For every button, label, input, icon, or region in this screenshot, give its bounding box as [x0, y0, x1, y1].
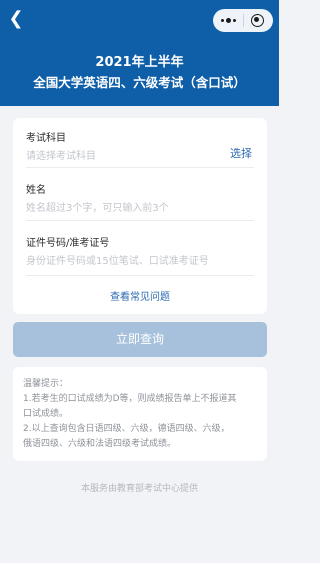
divider [26, 220, 254, 221]
tip-line: 2.以上查询包含日语四级、六级，德语四级、六级， [23, 424, 230, 434]
name-input[interactable]: 姓名超过3个字，可只输入前3个 [26, 199, 169, 214]
capsule-divider [243, 14, 244, 27]
divider [26, 275, 254, 276]
page-title-exam: 全国大学英语四、六级考试（含口试） [33, 75, 246, 90]
chevron-left-icon: ❮ [8, 8, 24, 29]
page-title-year: 2021年上半年 [95, 55, 184, 70]
query-form-card: 考试科目 请选择考试科目 选择 姓名 姓名超过3个字，可只输入前3个 证件号码/… [13, 118, 267, 314]
subject-select-field[interactable]: 请选择考试科目 [26, 147, 96, 162]
tip-line: 1.若考生的口试成绩为D等，则成绩报告单上不报道其 [23, 394, 237, 404]
tip-line: 口试成绩。 [23, 409, 69, 419]
id-input[interactable]: 身份证件号码或15位笔试、口试准考证号 [26, 252, 209, 267]
back-button[interactable]: ❮ [4, 6, 28, 32]
faq-link[interactable]: 查看常见问题 [13, 288, 267, 303]
query-button[interactable]: 立即查询 [13, 322, 267, 357]
tip-line: 俄语四级、六级和法语四级考试成绩。 [23, 439, 177, 449]
tips-title: 温馨提示： [23, 379, 69, 389]
subject-label: 考试科目 [26, 133, 66, 144]
mini-program-capsule [213, 9, 273, 32]
tips-card: 温馨提示： 1.若考生的口试成绩为D等，则成绩报告单上不报道其 口试成绩。 2.… [13, 367, 267, 461]
name-label: 姓名 [26, 185, 46, 196]
subject-select-button[interactable]: 选择 [230, 145, 252, 161]
footer-credit: 本服务由教育部考试中心提供 [80, 484, 198, 494]
header-banner: ❮ 2021年上半年 全国大学英语四、六级考试（含口试） [0, 0, 279, 106]
divider [26, 167, 254, 168]
more-dots-icon[interactable] [213, 9, 243, 32]
close-target-icon[interactable] [251, 14, 264, 27]
id-label: 证件号码/准考证号 [26, 238, 110, 249]
